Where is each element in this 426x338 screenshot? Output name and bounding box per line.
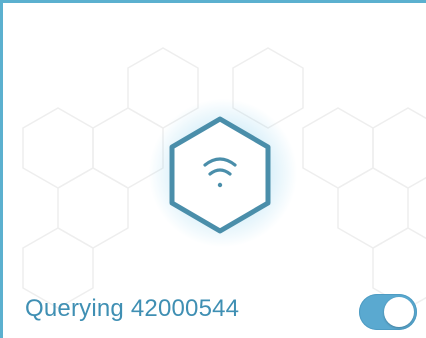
query-toggle[interactable] [359, 294, 417, 330]
query-status-text: Querying 42000544 [25, 295, 240, 322]
query-card: Querying 42000544 [0, 0, 426, 338]
wifi-hexagon [169, 116, 271, 234]
toggle-knob[interactable] [384, 297, 414, 327]
